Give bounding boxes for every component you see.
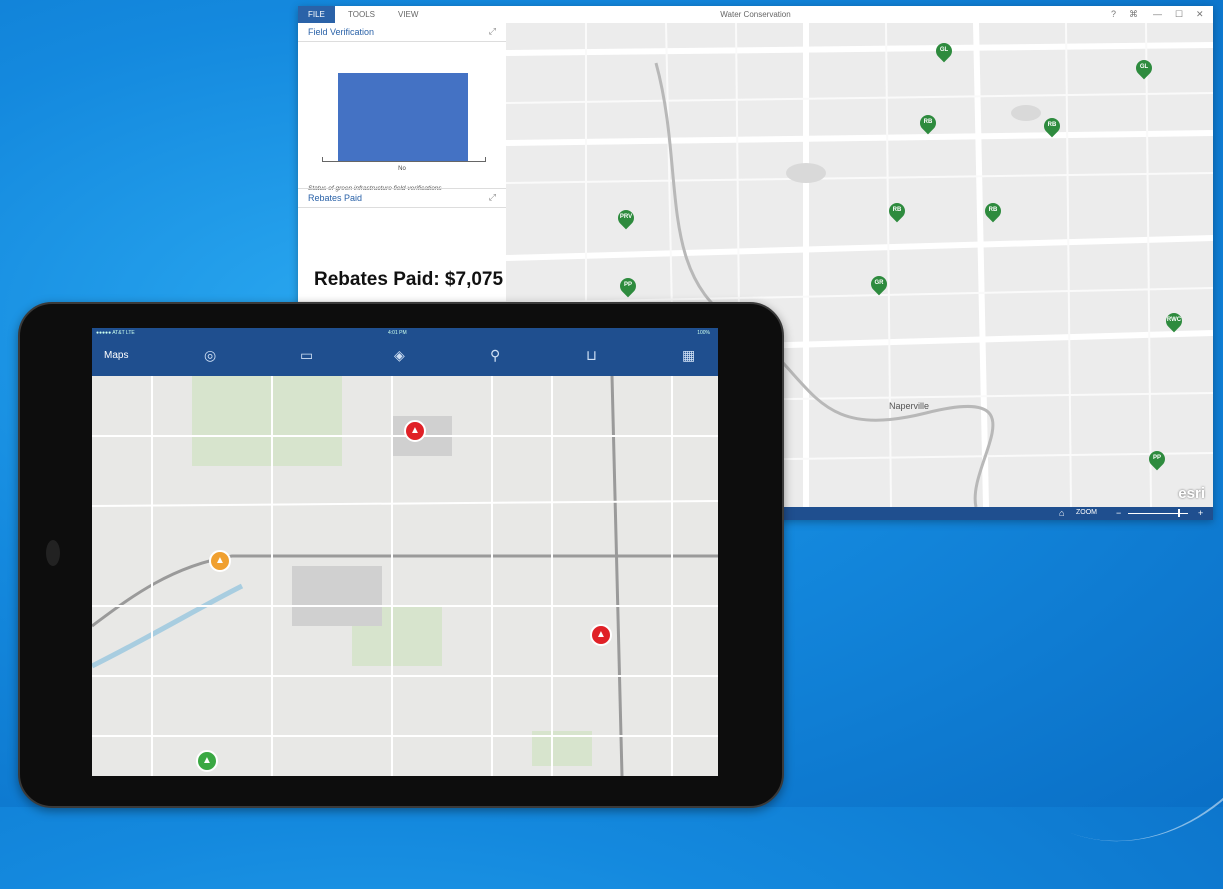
- alert-marker[interactable]: ▲: [209, 550, 231, 572]
- chart-tick: [322, 157, 323, 162]
- map-pin[interactable]: RWC: [1162, 309, 1186, 333]
- tab-view[interactable]: VIEW: [388, 6, 428, 23]
- rebates-title: Rebates Paid: [308, 193, 363, 203]
- map-pin[interactable]: PP: [1145, 447, 1169, 471]
- book-icon[interactable]: ▭: [300, 347, 313, 364]
- window-title: Water Conservation: [720, 10, 791, 19]
- clock-text: 4:01 PM: [388, 330, 407, 336]
- map-pin[interactable]: RB: [885, 199, 909, 223]
- tablet-map[interactable]: ▲ ▲ ▲ ▲: [92, 375, 718, 776]
- expand-icon[interactable]: ⤢: [489, 26, 496, 37]
- background-swoosh: [1070, 645, 1223, 889]
- zoom-in-icon[interactable]: +: [1198, 508, 1203, 518]
- app-toolbar: Maps ◎ ▭ ◈ ⚲ ⊔ ▦: [92, 338, 718, 376]
- layers-icon[interactable]: ◈: [394, 347, 405, 364]
- esri-logo: esri: [1178, 485, 1205, 502]
- field-verification-header: Field Verification ⤢: [298, 23, 506, 42]
- camera-icon: [46, 540, 60, 566]
- side-panel: Field Verification ⤢ No Status of green …: [298, 23, 507, 301]
- alert-marker[interactable]: ▲: [404, 420, 426, 442]
- tablet-screen: ●●●●● AT&T LTE 4:01 PM 100% Maps ◎ ▭ ◈ ⚲…: [92, 328, 718, 776]
- help-button[interactable]: ?: [1111, 6, 1116, 23]
- map-pin[interactable]: PP: [616, 274, 640, 298]
- map-pin[interactable]: GR: [867, 272, 891, 296]
- alert-marker[interactable]: ▲: [196, 750, 218, 772]
- maps-button[interactable]: Maps: [104, 350, 128, 361]
- map-pin[interactable]: GL: [932, 39, 956, 63]
- map-pin[interactable]: RB: [916, 111, 940, 135]
- place-label: Naperville: [889, 401, 930, 411]
- chart-bar: [338, 73, 468, 161]
- expand-icon[interactable]: ⤢: [489, 192, 496, 203]
- qr-icon[interactable]: ▦: [682, 347, 695, 364]
- chart-category-label: No: [398, 166, 406, 172]
- map-pin[interactable]: PRV: [614, 206, 638, 230]
- tab-tools[interactable]: TOOLS: [338, 6, 385, 23]
- rebates-header: Rebates Paid ⤢: [298, 188, 506, 208]
- map-pin[interactable]: RB: [981, 199, 1005, 223]
- map-pin[interactable]: RB: [1040, 114, 1064, 138]
- chart-tick: [485, 157, 486, 162]
- close-button[interactable]: ✕: [1196, 6, 1204, 23]
- chart-axis: [322, 161, 486, 162]
- tablet-device: ●●●●● AT&T LTE 4:01 PM 100% Maps ◎ ▭ ◈ ⚲…: [18, 302, 784, 808]
- home-icon[interactable]: ⌂: [1059, 508, 1064, 518]
- title-bar: FILE TOOLS VIEW Water Conservation ? ⌘ —…: [298, 6, 1213, 23]
- search-icon[interactable]: ⚲: [490, 347, 500, 364]
- battery-text: 100%: [697, 330, 710, 336]
- ios-status-bar: ●●●●● AT&T LTE 4:01 PM 100%: [92, 328, 718, 338]
- measure-icon[interactable]: ⊔: [586, 347, 597, 364]
- zoom-out-icon[interactable]: −: [1116, 508, 1121, 518]
- zoom-label: ZOOM: [1076, 509, 1097, 516]
- locate-icon[interactable]: ◎: [204, 347, 216, 364]
- maximize-button[interactable]: ☐: [1175, 6, 1183, 23]
- zoom-slider-thumb[interactable]: [1178, 509, 1180, 517]
- map-pin[interactable]: GL: [1132, 56, 1156, 80]
- minimize-button[interactable]: —: [1153, 6, 1162, 23]
- tab-file[interactable]: FILE: [298, 6, 335, 23]
- rebates-value: Rebates Paid: $7,075: [314, 269, 504, 290]
- carrier-text: ●●●●● AT&T LTE: [96, 330, 135, 336]
- field-verification-title: Field Verification: [308, 27, 375, 37]
- alert-marker[interactable]: ▲: [590, 624, 612, 646]
- pin-button[interactable]: ⌘: [1129, 6, 1138, 23]
